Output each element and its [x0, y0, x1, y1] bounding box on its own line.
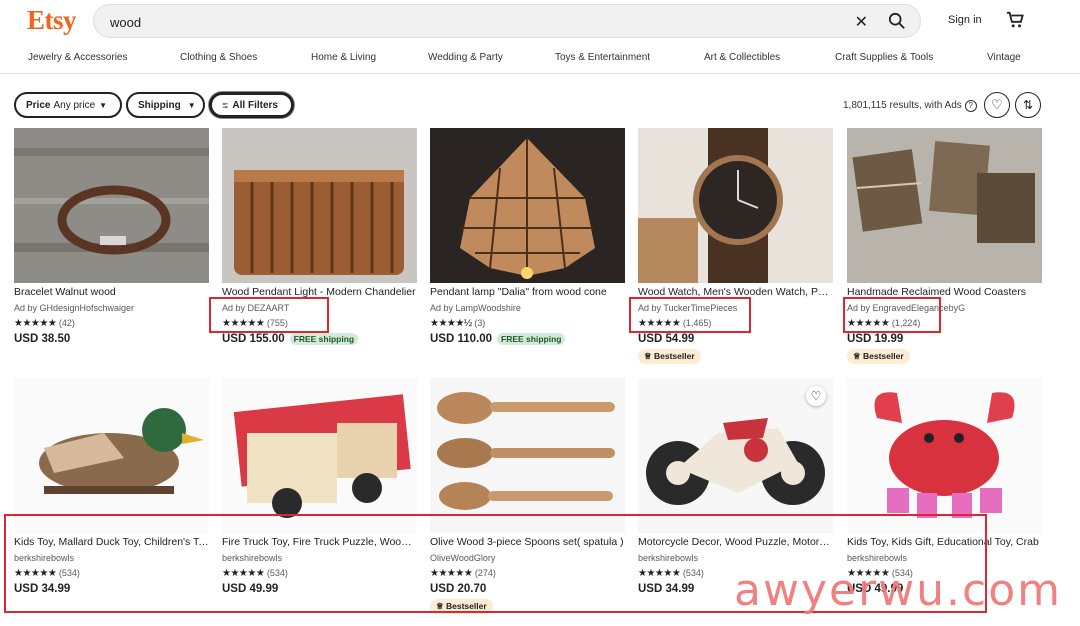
header-divider — [0, 73, 1080, 74]
sort-button[interactable]: ⇅ — [1015, 92, 1041, 118]
bestseller-badge: ♕ Bestseller — [847, 349, 910, 364]
help-icon[interactable]: ? — [964, 100, 977, 112]
price-value: USD 110.00 — [430, 333, 493, 345]
cart-icon[interactable] — [1006, 11, 1024, 29]
product-image[interactable] — [14, 128, 209, 283]
favorite-heart-icon[interactable]: ♡ — [806, 386, 826, 406]
bestseller-label: Bestseller — [863, 351, 904, 361]
award-icon: ♕ — [644, 351, 652, 361]
heart-icon: ♡ — [991, 97, 1003, 112]
product-title[interactable]: Bracelet Walnut wood — [14, 286, 209, 298]
price: USD 38.50 — [14, 333, 70, 345]
all-filters-label: All Filters — [232, 99, 278, 111]
category-wedding[interactable]: Wedding & Party — [428, 52, 503, 63]
search-input[interactable] — [108, 5, 812, 39]
shipping-filter-label: Shipping — [138, 99, 181, 111]
product-image[interactable] — [222, 378, 417, 533]
price-filter-value: Any price — [53, 99, 96, 111]
search-bar: ✕ — [93, 4, 921, 39]
price-value: USD 19.99 — [847, 333, 904, 345]
product-image[interactable] — [638, 128, 833, 283]
price-value: USD 155.00 — [222, 333, 285, 345]
price-filter[interactable]: Price Any price ▼ — [14, 92, 122, 118]
annotation-box — [209, 297, 329, 333]
watermark: awyerwu.com — [734, 565, 1062, 616]
review-count: (3) — [474, 318, 486, 328]
sort-icon: ⇅ — [1022, 98, 1034, 112]
category-craft[interactable]: Craft Supplies & Tools — [835, 52, 933, 63]
category-home[interactable]: Home & Living — [311, 52, 376, 63]
bestseller-label: Bestseller — [654, 351, 695, 361]
shipping-filter[interactable]: Shipping ▼ — [126, 92, 205, 118]
star-rating: ★★★★½ — [430, 318, 472, 329]
star-rating: ★★★★★ — [14, 318, 57, 329]
all-filters-button[interactable]: All Filters — [209, 92, 294, 118]
sign-in-link[interactable]: Sign in — [948, 14, 982, 26]
price-filter-label: Price — [26, 99, 51, 111]
product-image[interactable] — [430, 128, 625, 283]
award-icon: ♕ — [853, 351, 861, 361]
results-text: 1,801,115 results, with Ads — [843, 100, 962, 111]
price: USD 110.00 FREE shipping — [430, 333, 566, 345]
chevron-down-icon: ▼ — [99, 100, 108, 110]
free-shipping-badge: FREE shipping — [289, 333, 359, 345]
review-count: (42) — [58, 318, 75, 328]
rating: ★★★★★ (42) — [14, 318, 75, 329]
annotation-box — [629, 297, 751, 333]
category-art[interactable]: Art & Collectibles — [704, 52, 780, 63]
etsy-logo[interactable]: Etsy — [27, 5, 77, 36]
clear-search-icon[interactable]: ✕ — [855, 12, 868, 32]
product-image[interactable] — [847, 128, 1042, 283]
rating: ★★★★½ (3) — [430, 318, 485, 329]
search-icon[interactable] — [888, 12, 906, 30]
results-count: 1,801,115 results, with Ads ? — [843, 100, 977, 112]
shop-name[interactable]: Ad by GHdesignHofschwaiger — [14, 303, 134, 313]
product-image[interactable] — [638, 378, 833, 533]
product-image[interactable] — [222, 128, 417, 283]
favorites-button[interactable]: ♡ — [984, 92, 1010, 118]
product-image[interactable] — [847, 378, 1042, 533]
product-image[interactable] — [14, 378, 209, 533]
chevron-down-icon: ▼ — [187, 100, 196, 110]
price: USD 19.99 — [847, 333, 903, 345]
category-toys[interactable]: Toys & Entertainment — [555, 52, 650, 63]
filter-sliders-icon — [222, 102, 228, 108]
price: USD 54.99 — [638, 333, 694, 345]
bestseller-badge: ♕ Bestseller — [638, 349, 701, 364]
product-image[interactable] — [430, 378, 625, 533]
category-vintage[interactable]: Vintage — [987, 52, 1021, 63]
category-jewelry[interactable]: Jewelry & Accessories — [28, 52, 127, 63]
annotation-box — [843, 297, 941, 333]
product-title[interactable]: Pendant lamp "Dalia" from wood cone — [430, 286, 625, 298]
category-clothing[interactable]: Clothing & Shoes — [180, 52, 257, 63]
shop-name[interactable]: Ad by LampWoodshire — [430, 303, 521, 313]
price-value: USD 38.50 — [14, 333, 71, 345]
price: USD 155.00 FREE shipping — [222, 333, 359, 345]
free-shipping-badge: FREE shipping — [497, 333, 566, 345]
price-value: USD 54.99 — [638, 333, 695, 345]
